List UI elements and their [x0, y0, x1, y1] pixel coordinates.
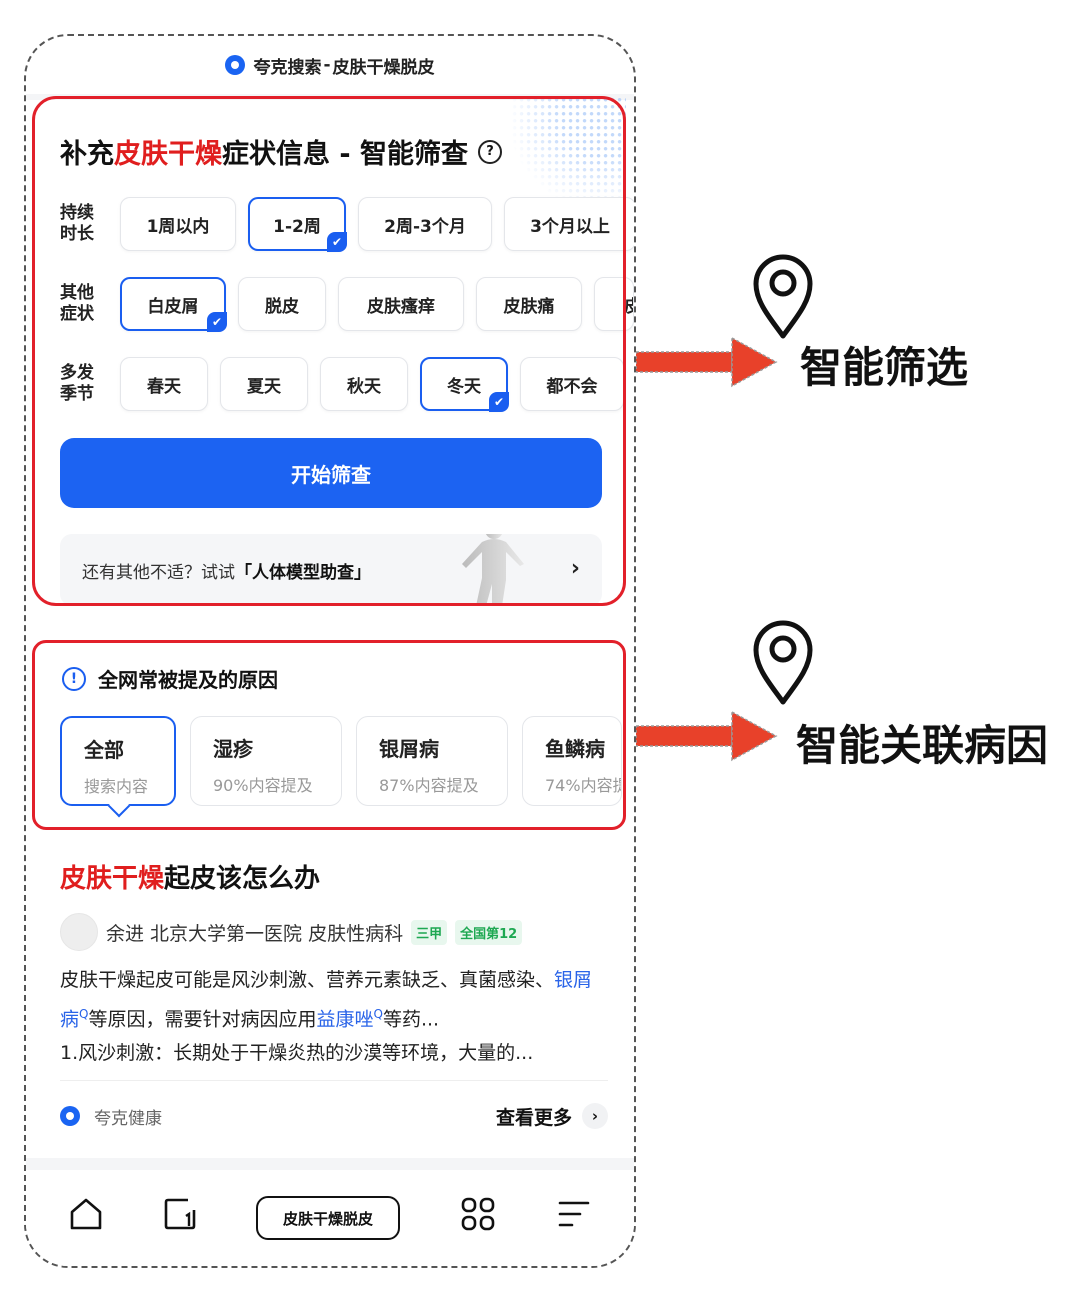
- header-dash: -: [323, 55, 331, 75]
- article-card[interactable]: 皮肤干燥起皮该怎么办 余进 北京大学第一医院 皮肤性病科 三甲 全国第12 皮肤…: [60, 858, 608, 1070]
- snippet-text: 1.风沙刺激：长期处于干燥炎热的沙漠等环境，大量的...: [60, 1042, 534, 1065]
- annotation-label-smart-filter: 智能筛选: [800, 343, 969, 392]
- author-info: 余进 北京大学第一医院 皮肤性病科: [106, 922, 404, 945]
- article-title[interactable]: 皮肤干燥起皮该怎么办: [60, 858, 608, 895]
- bottom-nav: 皮肤干燥脱皮: [26, 1174, 634, 1266]
- title-rest: 起皮该怎么办: [164, 864, 321, 894]
- annotation-arrow: [636, 710, 778, 762]
- location-pin-icon: [753, 620, 813, 705]
- search-query: 皮肤干燥脱皮: [332, 57, 435, 78]
- annotation-arrow: [636, 336, 778, 388]
- tabs-icon[interactable]: [162, 1196, 198, 1232]
- article-snippet: 皮肤干燥起皮可能是风沙刺激、营养元素缺乏、真菌感染、银屑病Q等原因，需要针对病因…: [60, 963, 608, 1070]
- menu-icon[interactable]: [556, 1196, 592, 1232]
- snippet-text: 等药...: [382, 1008, 440, 1031]
- hospital-tag: 三甲: [411, 919, 448, 945]
- home-icon[interactable]: [68, 1196, 104, 1232]
- source-name: 夸克健康: [94, 1108, 162, 1129]
- avatar: [60, 913, 98, 951]
- divider: [26, 608, 634, 622]
- apps-icon[interactable]: [460, 1196, 496, 1232]
- divider: [26, 1158, 634, 1170]
- search-icon: Q: [373, 1007, 383, 1021]
- title-highlight: 皮肤干燥: [60, 864, 165, 894]
- quark-logo-icon: [225, 55, 246, 75]
- rank-tag: 全国第12: [455, 919, 523, 945]
- article-footer: 夸克健康 查看更多 ›: [60, 1080, 608, 1151]
- annotation-label-related-causes: 智能关联病因: [796, 721, 1049, 770]
- view-more-label: 查看更多: [495, 1106, 572, 1129]
- quark-health-logo-icon: [60, 1106, 80, 1126]
- current-query-pill[interactable]: 皮肤干燥脱皮: [256, 1196, 400, 1240]
- annotation-box-screening: [32, 96, 626, 606]
- keyword-link[interactable]: 益康唑: [316, 1008, 373, 1030]
- source: 夸克健康: [60, 1104, 162, 1129]
- view-more-button[interactable]: 查看更多 ›: [496, 1103, 608, 1130]
- annotation-box-causes: [32, 640, 626, 830]
- app-name: 夸克搜索: [253, 57, 322, 78]
- snippet-text: 等原因，需要针对病因应用: [88, 1008, 317, 1031]
- search-header[interactable]: 夸克搜索 - 皮肤干燥脱皮: [26, 36, 634, 94]
- snippet-text: 皮肤干燥起皮可能是风沙刺激、营养元素缺乏、真菌感染、: [60, 969, 555, 991]
- chevron-right-icon: ›: [582, 1103, 608, 1129]
- author-line: 余进 北京大学第一医院 皮肤性病科 三甲 全国第12: [60, 913, 608, 951]
- location-pin-icon: [753, 254, 813, 339]
